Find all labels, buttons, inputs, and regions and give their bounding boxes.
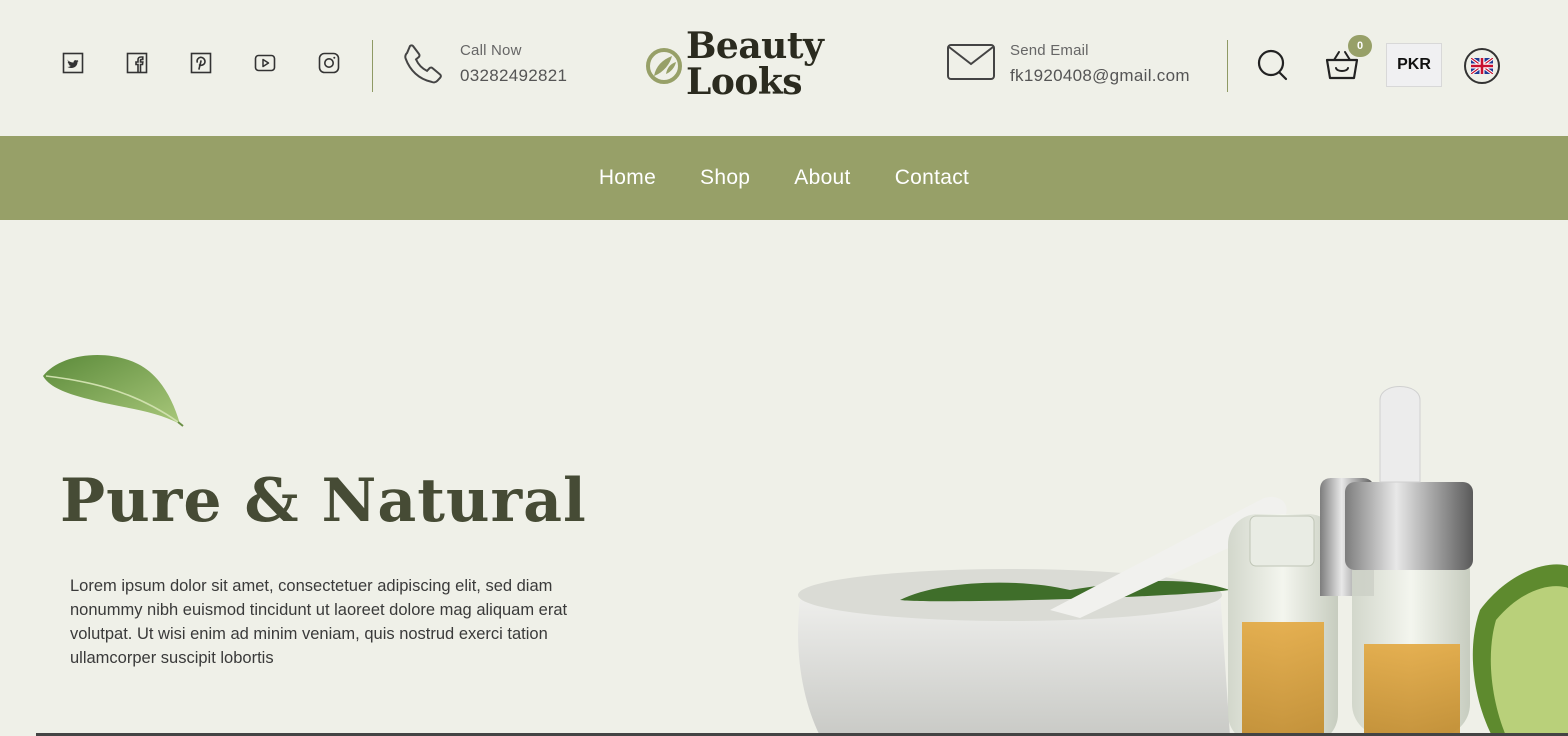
site-logo[interactable]: Beauty Looks — [646, 25, 824, 103]
nav-shop[interactable]: Shop — [700, 166, 750, 190]
cart-count-badge: 0 — [1348, 35, 1372, 57]
mail-icon — [947, 44, 995, 80]
pinterest-icon[interactable] — [190, 52, 212, 74]
leaf-decoration — [43, 354, 184, 427]
facebook-icon[interactable] — [126, 52, 148, 74]
logo-line-2: Looks — [686, 61, 803, 103]
currency-selector[interactable]: PKR — [1386, 43, 1442, 87]
language-selector[interactable] — [1464, 48, 1500, 84]
twitter-icon[interactable] — [62, 52, 84, 74]
send-email-label: Send Email — [1010, 42, 1089, 59]
phone-number[interactable]: 03282492821 — [460, 66, 567, 86]
phone-icon — [404, 44, 442, 84]
nav-about[interactable]: About — [794, 166, 850, 190]
hero-title: Pure & Natural — [60, 466, 587, 536]
nav-home[interactable]: Home — [599, 166, 656, 190]
search-icon[interactable] — [1256, 48, 1290, 82]
main-nav: Home Shop About Contact — [0, 136, 1568, 220]
youtube-icon[interactable] — [254, 52, 276, 74]
divider — [1227, 40, 1228, 92]
top-header: Call Now 03282492821 Beauty Looks Send E… — [0, 0, 1568, 136]
hero-description: Lorem ipsum dolor sit amet, consectetuer… — [70, 577, 568, 667]
logo-line-1: Beauty — [686, 25, 824, 67]
nav-contact[interactable]: Contact — [895, 166, 969, 190]
product-image — [798, 386, 1568, 736]
divider — [372, 40, 373, 92]
call-now-label: Call Now — [460, 42, 522, 59]
uk-flag-icon — [1471, 58, 1493, 74]
instagram-icon[interactable] — [318, 52, 340, 74]
email-address[interactable]: fk1920408@gmail.com — [1010, 66, 1190, 86]
logo-leaf-icon — [646, 48, 682, 84]
social-links — [62, 52, 340, 74]
